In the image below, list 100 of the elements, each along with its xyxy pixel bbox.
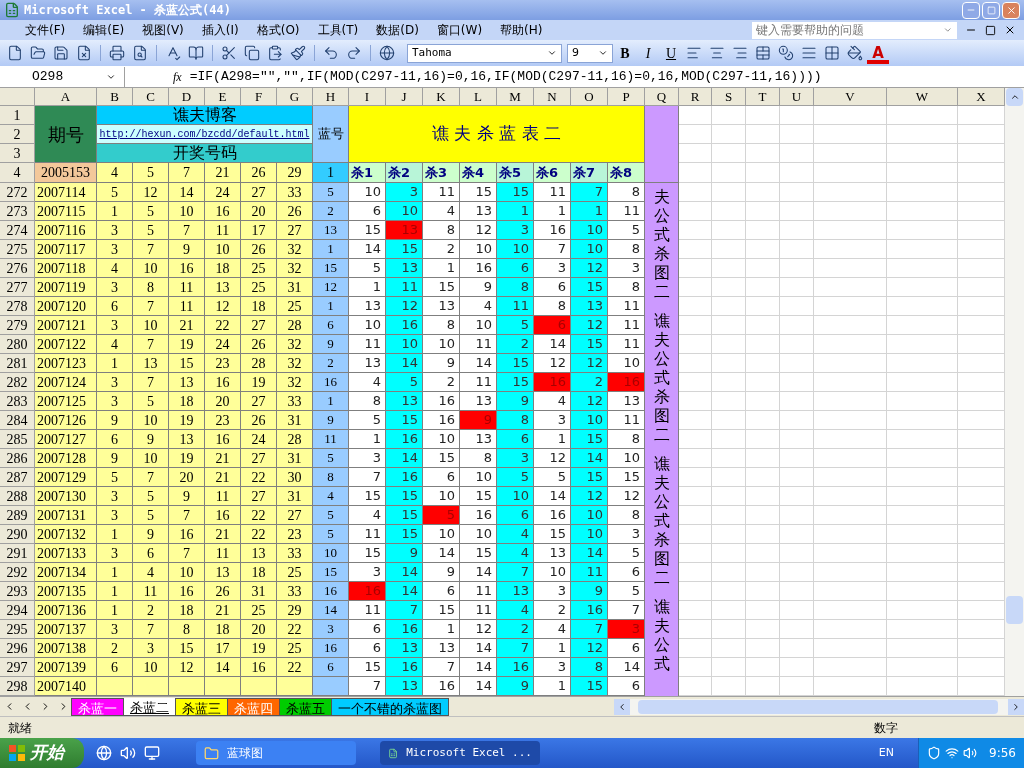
- close-button[interactable]: [1002, 1, 1020, 19]
- table-cell: 9: [97, 411, 133, 430]
- table-cell: 31: [277, 449, 313, 468]
- menu-item[interactable]: 插入(I): [192, 21, 248, 39]
- table-cell: 3: [313, 620, 349, 639]
- table-cell: 32: [277, 240, 313, 259]
- table-cell: 2007140: [35, 677, 97, 696]
- table-cell: 22: [241, 525, 277, 544]
- table-cell: 5: [497, 316, 534, 335]
- shield-icon[interactable]: [927, 746, 942, 760]
- restore-icon[interactable]: [985, 24, 996, 36]
- table-cell: 14: [608, 658, 645, 677]
- menu-item[interactable]: 格式(O): [247, 21, 309, 39]
- menu-item[interactable]: 工具(T): [308, 21, 368, 39]
- folder-icon: [204, 745, 219, 761]
- scroll-left-button[interactable]: [614, 698, 630, 715]
- table-cell: 25: [277, 639, 313, 658]
- table-cell: 13: [169, 373, 205, 392]
- help-field[interactable]: 键入需要帮助的问题: [752, 21, 957, 39]
- table-cell: 10: [571, 525, 608, 544]
- font-size-field[interactable]: 9: [567, 43, 613, 63]
- table-cell: 9: [133, 525, 169, 544]
- column-label: 杀8: [608, 163, 645, 183]
- start-button[interactable]: 开始: [0, 738, 84, 768]
- browser-icon[interactable]: [96, 745, 112, 761]
- table-cell: 10: [460, 316, 497, 335]
- column-header: S: [712, 88, 746, 106]
- table-cell: 4: [497, 601, 534, 620]
- table-cell: 20: [241, 202, 277, 221]
- table-cell: 7: [133, 373, 169, 392]
- table-cell: 27: [241, 392, 277, 411]
- network-icon[interactable]: [945, 746, 960, 760]
- table-cell: 1: [534, 677, 571, 696]
- desktop-icon[interactable]: [144, 745, 160, 761]
- table-cell: 3: [97, 240, 133, 259]
- menu-item[interactable]: 编辑(E): [74, 21, 134, 39]
- table-cell: 10: [571, 240, 608, 259]
- sheet-tab[interactable]: 杀蓝五: [279, 697, 332, 716]
- scroll-thumb[interactable]: [638, 699, 998, 714]
- table-cell: 9: [313, 411, 349, 430]
- font-field[interactable]: Tahoma: [407, 43, 562, 63]
- horizontal-scrollbar[interactable]: [614, 698, 1024, 715]
- table-cell: 3: [97, 544, 133, 563]
- table-cell: 5: [133, 202, 169, 221]
- excel-icon: [4, 2, 20, 18]
- table-cell: 15: [460, 544, 497, 563]
- table-cell: 2007131: [35, 506, 97, 525]
- table-cell: 15: [386, 506, 423, 525]
- format-button[interactable]: B: [614, 42, 636, 64]
- sheet-tab[interactable]: 杀蓝二: [123, 697, 176, 716]
- windows-logo-icon: [8, 744, 26, 762]
- column-header: D: [169, 88, 205, 106]
- table-cell: 17: [241, 221, 277, 240]
- name-box[interactable]: O298: [0, 66, 125, 87]
- table-cell: 19: [169, 335, 205, 354]
- scroll-thumb[interactable]: [1006, 596, 1023, 624]
- table-cell: 15: [497, 183, 534, 202]
- menu-item[interactable]: 帮助(H): [491, 21, 552, 39]
- format-button[interactable]: I: [637, 42, 659, 64]
- media-player-icon[interactable]: [120, 745, 136, 761]
- language-indicator[interactable]: EN: [878, 744, 895, 762]
- sheet-tab[interactable]: 一个不错的杀蓝图: [331, 697, 449, 716]
- menu-item[interactable]: 视图(V): [133, 21, 193, 39]
- table-cell: 8: [460, 449, 497, 468]
- table-cell: 开奖号码: [97, 144, 313, 163]
- table-cell: 5: [608, 221, 645, 240]
- taskbar-button[interactable]: Microsoft Excel ...: [380, 741, 540, 765]
- table-cell: 15: [349, 487, 386, 506]
- table-cell: 18: [241, 563, 277, 582]
- blog-link[interactable]: http://hexun.com/bzcdd/default.html: [99, 126, 310, 142]
- table-cell: 3: [349, 449, 386, 468]
- restore-icon: [986, 5, 996, 15]
- format-button[interactable]: U: [660, 42, 682, 64]
- table-cell: 14: [386, 354, 423, 373]
- menu-item[interactable]: 文件(F): [16, 21, 75, 39]
- table-cell: 10: [608, 449, 645, 468]
- table-cell: 11: [205, 221, 241, 240]
- taskbar-button[interactable]: 蓝球图: [196, 741, 356, 765]
- table-cell: 11: [169, 278, 205, 297]
- vertical-scrollbar[interactable]: [1005, 88, 1024, 696]
- table-cell: 10: [169, 563, 205, 582]
- table-cell: 4: [349, 506, 386, 525]
- table-cell: 7: [497, 563, 534, 582]
- table-cell: 7: [133, 240, 169, 259]
- menu-item[interactable]: 窗口(W): [427, 21, 492, 39]
- sheet-tab[interactable]: 杀蓝三: [175, 697, 228, 716]
- table-cell: 12: [608, 487, 645, 506]
- volume-icon[interactable]: [963, 746, 978, 760]
- row-header: 274: [0, 221, 35, 240]
- menu-item[interactable]: 数据(D): [367, 21, 428, 39]
- table-cell: 10: [386, 202, 423, 221]
- table-cell: 16: [313, 582, 349, 601]
- close-icon[interactable]: [1004, 24, 1016, 36]
- column-header: O: [571, 88, 608, 106]
- table-cell: 22: [241, 468, 277, 487]
- table-cell: 11: [169, 297, 205, 316]
- table-cell: 10: [313, 544, 349, 563]
- status-mode: 数字: [874, 719, 898, 737]
- table-cell: 10: [497, 240, 534, 259]
- cell-reference: O298: [31, 67, 64, 86]
